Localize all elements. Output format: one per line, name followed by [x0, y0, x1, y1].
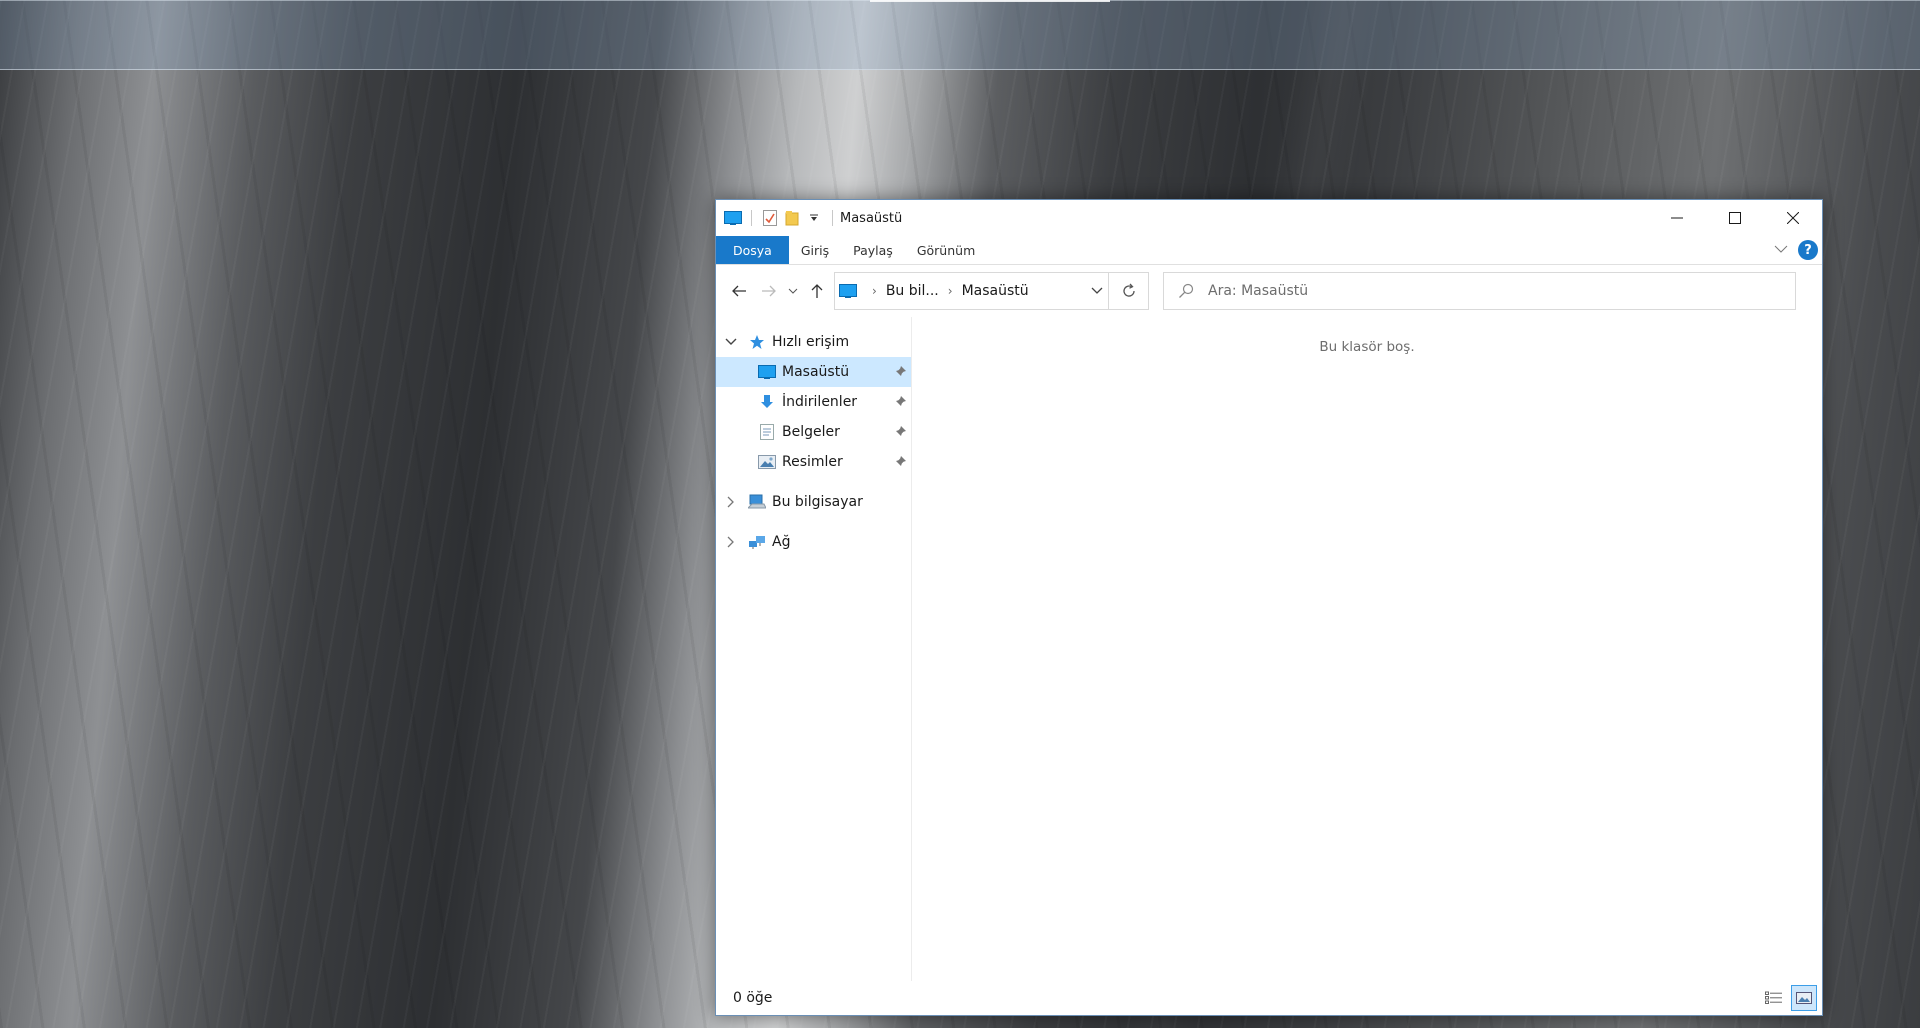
tab-home[interactable]: Giriş: [789, 236, 841, 264]
up-button[interactable]: [802, 276, 832, 306]
forward-button[interactable]: [754, 276, 784, 306]
star-icon: [746, 333, 768, 351]
explorer-window[interactable]: Masaüstü Dosya Giriş Paylaş Görünüm ? › …: [715, 199, 1823, 1016]
large-icons-view-icon: [1796, 992, 1812, 1004]
back-button[interactable]: [724, 276, 754, 306]
desktop-icon: [756, 363, 778, 381]
minimize-button[interactable]: [1648, 200, 1706, 236]
chevron-down-icon: [1091, 287, 1103, 294]
breadcrumb-desktop[interactable]: Masaüstü: [962, 283, 1029, 299]
chevron-right-icon: ›: [872, 284, 877, 298]
new-folder-icon[interactable]: [783, 210, 801, 226]
nav-item-label: Resimler: [782, 454, 843, 470]
chevron-right-icon: ›: [947, 284, 953, 298]
maximize-icon: [1729, 212, 1741, 224]
nav-item-label: Masaüstü: [782, 364, 850, 380]
documents-icon: [756, 423, 778, 441]
arrow-left-icon: [732, 285, 746, 297]
nav-network[interactable]: Ağ: [716, 527, 911, 557]
window-title: Masaüstü: [840, 210, 903, 226]
address-bar[interactable]: › Bu bil... › Masaüstü: [834, 272, 1109, 310]
customize-toolbar-icon[interactable]: [805, 210, 823, 226]
window-controls: [1648, 200, 1822, 236]
ribbon-tabs: Dosya Giriş Paylaş Görünüm ?: [716, 236, 1822, 265]
navigation-pane[interactable]: Hızlı erişim Masaüstü İndirilenler Belge…: [716, 317, 912, 981]
toolbar-separator: [832, 210, 833, 226]
search-input[interactable]: [1208, 283, 1768, 299]
close-icon: [1787, 212, 1799, 224]
close-button[interactable]: [1764, 200, 1822, 236]
computer-icon: [746, 493, 768, 511]
chevron-right-icon[interactable]: [716, 496, 746, 508]
nav-this-pc[interactable]: Bu bilgisayar: [716, 487, 911, 517]
large-icons-view-button[interactable]: [1791, 985, 1817, 1011]
pin-icon[interactable]: [895, 455, 907, 471]
arrow-right-icon: [762, 285, 776, 297]
network-icon: [746, 533, 768, 551]
desktop-icon: [839, 284, 857, 298]
navigation-bar: › Bu bil... › Masaüstü: [716, 266, 1822, 316]
details-view-button[interactable]: [1761, 985, 1787, 1011]
nav-item-desktop[interactable]: Masaüstü: [716, 357, 911, 387]
tab-file[interactable]: Dosya: [716, 236, 789, 264]
quick-access-toolbar: [716, 210, 838, 226]
maximize-button[interactable]: [1706, 200, 1764, 236]
empty-folder-message: Bu klasör boş.: [1319, 339, 1415, 355]
search-box[interactable]: [1163, 272, 1796, 310]
nav-quick-access[interactable]: Hızlı erişim: [716, 327, 911, 357]
desktop-top-marker: [870, 0, 1110, 2]
status-bar: 0 öğe: [716, 981, 1822, 1015]
nav-item-label: İndirilenler: [782, 394, 858, 410]
pin-icon[interactable]: [895, 395, 907, 411]
minimize-icon: [1671, 217, 1683, 219]
expand-ribbon-button[interactable]: [1774, 243, 1788, 258]
file-list[interactable]: Bu klasör boş.: [912, 317, 1822, 981]
nav-item-documents[interactable]: Belgeler: [716, 417, 911, 447]
desktop-top-band: [0, 0, 1920, 70]
tab-view[interactable]: Görünüm: [905, 236, 987, 264]
breadcrumb-this-pc[interactable]: Bu bil...: [886, 283, 939, 299]
nav-item-downloads[interactable]: İndirilenler: [716, 387, 911, 417]
nav-item-label: Belgeler: [782, 424, 840, 440]
chevron-down-icon: [788, 288, 798, 294]
chevron-down-icon[interactable]: [716, 338, 746, 346]
chevron-down-icon: [1774, 245, 1788, 253]
refresh-button[interactable]: [1109, 272, 1149, 310]
ribbon-right-controls: ?: [1774, 236, 1822, 264]
details-view-icon: [1765, 991, 1782, 1004]
search-icon: [1179, 283, 1194, 298]
pictures-icon: [756, 453, 778, 471]
help-button[interactable]: ?: [1798, 240, 1818, 260]
recent-locations-button[interactable]: [784, 276, 802, 306]
refresh-icon: [1122, 283, 1135, 297]
chevron-right-icon[interactable]: [716, 536, 746, 548]
tab-share[interactable]: Paylaş: [841, 236, 905, 264]
content-area: Hızlı erişim Masaüstü İndirilenler Belge…: [716, 317, 1822, 981]
item-count: 0 öğe: [733, 990, 773, 1006]
view-switcher: [1761, 985, 1822, 1011]
nav-item-pictures[interactable]: Resimler: [716, 447, 911, 477]
title-bar[interactable]: Masaüstü: [716, 200, 1822, 236]
downloads-icon: [756, 393, 778, 411]
desktop-icon: [724, 210, 742, 226]
properties-icon[interactable]: [761, 210, 779, 226]
arrow-up-icon: [811, 284, 823, 298]
toolbar-separator: [751, 210, 752, 226]
nav-this-pc-label: Bu bilgisayar: [772, 494, 863, 510]
nav-quick-access-label: Hızlı erişim: [772, 334, 850, 350]
nav-network-label: Ağ: [772, 534, 791, 550]
address-dropdown-button[interactable]: [1086, 273, 1108, 309]
pin-icon[interactable]: [895, 425, 907, 441]
pin-icon[interactable]: [895, 365, 907, 381]
